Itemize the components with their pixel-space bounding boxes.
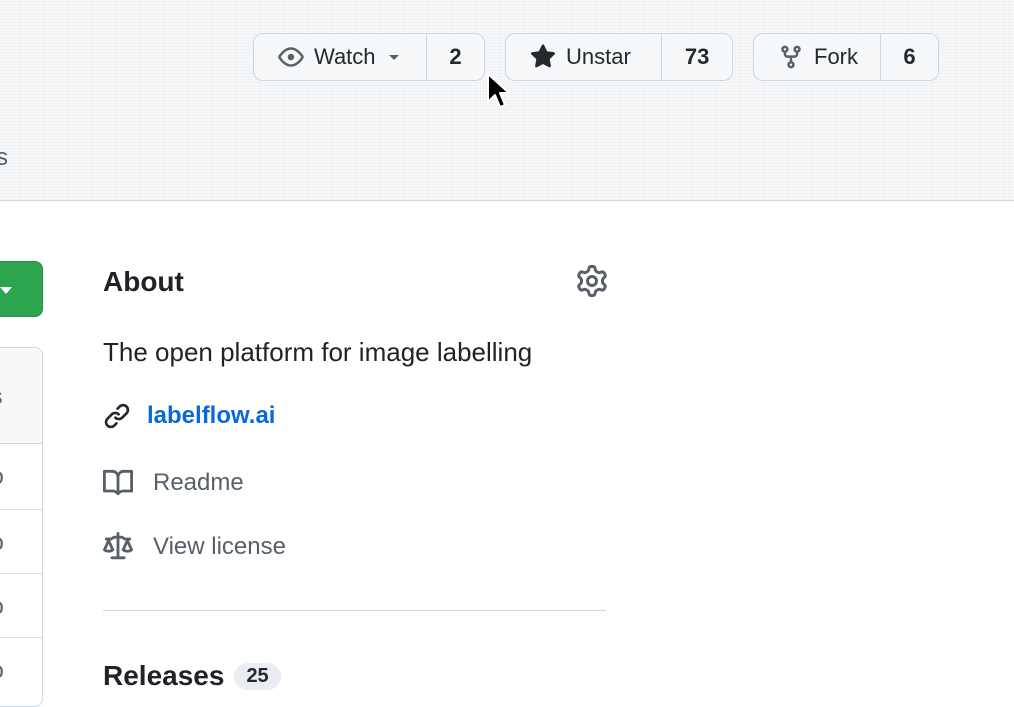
row-divider xyxy=(0,573,42,574)
row-divider xyxy=(0,637,42,638)
watch-label: Watch xyxy=(314,44,376,69)
releases-heading: Releases xyxy=(103,660,225,691)
readme-link[interactable]: Readme xyxy=(103,468,244,498)
list-item[interactable]: o xyxy=(0,593,4,620)
row-divider xyxy=(0,509,42,510)
fork-button[interactable]: Fork xyxy=(754,34,880,80)
list-item[interactable]: o xyxy=(0,657,4,684)
code-button[interactable] xyxy=(0,261,43,317)
watch-count[interactable]: 2 xyxy=(425,34,484,80)
section-divider xyxy=(103,610,606,611)
watch-button[interactable]: Watch xyxy=(254,34,426,80)
license-link[interactable]: View license xyxy=(103,532,286,562)
repo-nav-tab-partial[interactable]: s xyxy=(0,144,8,172)
license-label: View license xyxy=(153,533,286,560)
book-icon xyxy=(103,468,133,498)
star-fill-icon xyxy=(530,44,556,70)
list-item[interactable]: o xyxy=(0,529,4,556)
watch-button-group: Watch 2 xyxy=(253,33,485,81)
fork-label: Fork xyxy=(814,44,858,69)
repo-description: The open platform for image labelling xyxy=(103,337,533,367)
law-icon xyxy=(103,532,133,562)
about-heading: About xyxy=(103,266,184,297)
star-count[interactable]: 73 xyxy=(661,34,732,80)
fork-button-group: Fork 6 xyxy=(753,33,939,81)
file-list: s o o o o xyxy=(0,347,43,707)
releases-heading-row[interactable]: Releases 25 xyxy=(103,660,281,692)
website-link[interactable]: labelflow.ai xyxy=(147,402,275,430)
fork-count[interactable]: 6 xyxy=(880,34,938,80)
file-list-header-text: s xyxy=(0,383,3,410)
list-item[interactable]: o xyxy=(0,463,4,490)
eye-icon xyxy=(278,44,304,70)
mouse-cursor-icon xyxy=(486,72,510,117)
unstar-label: Unstar xyxy=(566,44,631,69)
file-list-header: s xyxy=(0,348,42,444)
triangle-down-icon xyxy=(0,287,12,294)
link-icon xyxy=(103,402,131,430)
releases-count-badge: 25 xyxy=(234,662,281,690)
triangle-down-icon xyxy=(386,49,402,65)
gear-icon[interactable] xyxy=(576,265,608,302)
website-link-row: labelflow.ai xyxy=(103,402,275,430)
star-button-group: Unstar 73 xyxy=(505,33,733,81)
repo-forked-icon xyxy=(778,44,804,70)
unstar-button[interactable]: Unstar xyxy=(506,34,661,80)
readme-label: Readme xyxy=(153,469,244,496)
